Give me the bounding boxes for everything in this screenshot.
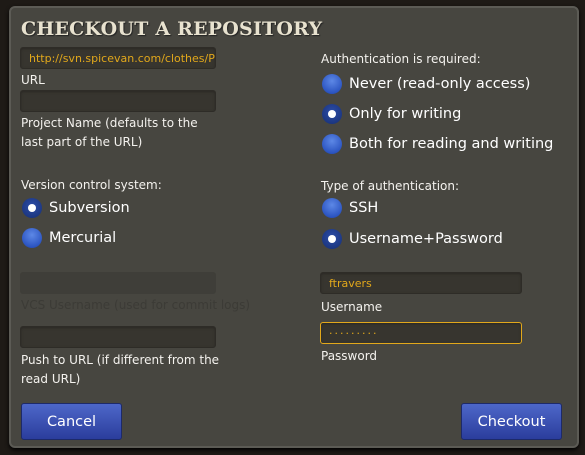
radio-icon [322,134,342,154]
radio-auth-writing[interactable]: Only for writing [322,104,461,124]
radio-label: Both for reading and writing [349,136,554,152]
project-name-label: Project Name (defaults to the last part … [21,116,198,149]
vcs-username-input[interactable] [20,272,216,294]
radio-icon [322,198,342,218]
project-name-input[interactable] [20,90,216,112]
cancel-button[interactable]: Cancel [21,403,122,440]
radio-selected-icon [322,104,342,124]
radio-auth-both[interactable]: Both for reading and writing [322,134,553,154]
password-input[interactable]: ········· [320,322,522,344]
radio-label: SSH [349,200,379,216]
push-url-label: Push to URL (if different from the read … [21,353,220,386]
dialog-title: CHECKOUT A REPOSITORY [21,18,323,40]
push-url-input[interactable] [20,326,216,348]
radio-subversion[interactable]: Subversion [22,198,130,218]
radio-ssh[interactable]: SSH [322,198,378,218]
radio-selected-icon [322,229,342,249]
radio-label: Username+Password [349,231,503,247]
radio-label: Mercurial [49,230,117,246]
username-label: Username [321,300,383,314]
radio-icon [322,74,342,94]
radio-username-password[interactable]: Username+Password [322,229,503,249]
auth-type-label: Type of authentication: [321,179,460,193]
password-label: Password [321,349,378,363]
radio-mercurial[interactable]: Mercurial [22,228,116,248]
radio-label: Subversion [49,200,130,216]
radio-selected-icon [22,198,42,218]
url-label: URL [21,73,45,87]
radio-label: Never (read-only access) [349,76,531,92]
radio-icon [22,228,42,248]
auth-label: Authentication is required: [321,52,481,66]
radio-auth-never[interactable]: Never (read-only access) [322,74,530,94]
url-input[interactable]: http://svn.spicevan.com/clothes/Pr [20,47,216,69]
radio-label: Only for writing [349,106,462,122]
username-input[interactable]: ftravers [320,272,522,294]
vcs-label: Version control system: [21,178,162,192]
checkout-button[interactable]: Checkout [461,403,562,440]
vcs-username-label: VCS Username (used for commit logs) [21,298,251,312]
